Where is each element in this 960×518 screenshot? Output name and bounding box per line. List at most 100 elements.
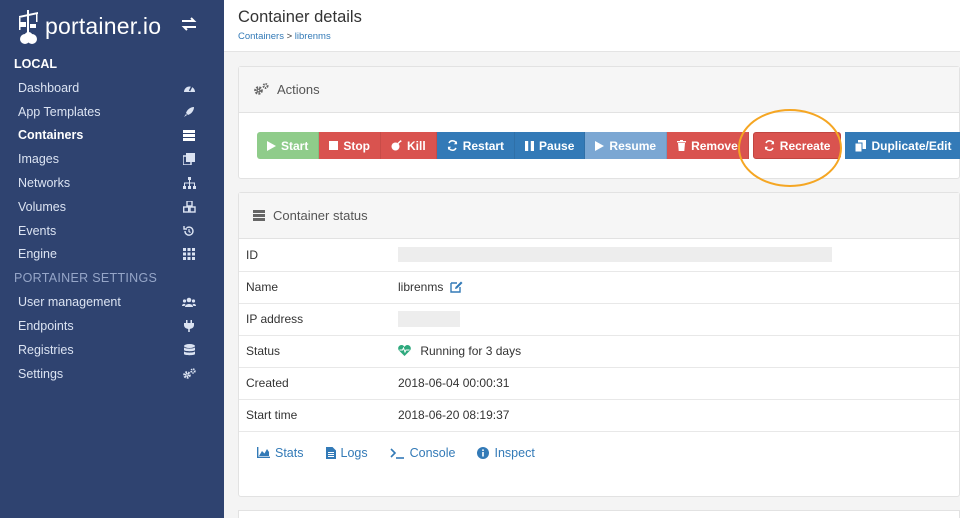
database-icon: [182, 343, 196, 357]
plug-icon: [182, 319, 196, 333]
restart-button-label: Restart: [462, 138, 505, 153]
file-text-icon: [325, 446, 336, 459]
sidebar-item-label: Settings: [18, 366, 64, 381]
inspect-link[interactable]: Inspect: [477, 446, 535, 460]
sidebar-section-local: LOCAL: [14, 57, 58, 71]
heartbeat-icon: [398, 345, 411, 356]
th-icon: [182, 247, 196, 261]
sidebar-item-label: Registries: [18, 342, 74, 357]
actions-title: Actions: [277, 82, 320, 97]
sidebar-item-volumes[interactable]: Volumes: [0, 195, 224, 219]
pause-button[interactable]: Pause: [515, 132, 586, 159]
status-label: Status: [239, 335, 391, 368]
pause-icon: [525, 140, 535, 151]
area-chart-icon: [257, 447, 270, 458]
resume-button-label: Resume: [609, 138, 657, 153]
sidebar-item-engine[interactable]: Engine: [0, 243, 224, 267]
sidebar-item-networks[interactable]: Networks: [0, 171, 224, 195]
actions-button-row: Start Stop Kill Restart Pause Resume Rem…: [257, 132, 960, 159]
status-table: ID Name librenms IP address Status Runni…: [239, 239, 959, 432]
logs-link[interactable]: Logs: [325, 445, 368, 460]
sidebar-item-registries[interactable]: Registries: [0, 338, 224, 362]
next-widget-edge: [238, 510, 960, 518]
status-title: Container status: [273, 208, 368, 223]
name-label: Name: [239, 271, 391, 304]
breadcrumb-current: librenms: [294, 31, 331, 42]
sidebar-item-label: Volumes: [18, 199, 66, 214]
table-row: Start time 2018-06-20 08:19:37: [239, 399, 959, 432]
portainer-logo-icon: [16, 8, 42, 44]
server-icon: [182, 128, 196, 142]
users-icon: [182, 295, 196, 309]
sidebar-item-events[interactable]: Events: [0, 219, 224, 243]
sidebar-item-label: Engine: [18, 247, 57, 262]
restart-button[interactable]: Restart: [436, 132, 516, 159]
kill-button[interactable]: Kill: [381, 132, 437, 159]
pause-button-label: Pause: [539, 138, 575, 153]
trash-icon: [677, 140, 687, 151]
sidebar-toggle-icon[interactable]: [180, 16, 198, 37]
sidebar-item-label: Images: [18, 152, 59, 167]
sidebar-item-label: User management: [18, 295, 121, 310]
recreate-button[interactable]: Recreate: [752, 132, 842, 159]
sidebar-item-label: Endpoints: [18, 319, 74, 334]
table-row: Name librenms: [239, 271, 959, 304]
stats-link[interactable]: Stats: [257, 446, 304, 460]
info-circle-icon: [477, 446, 490, 459]
status-value: Running for 3 days: [420, 344, 522, 358]
server-icon: [253, 210, 265, 221]
bomb-icon: [391, 140, 402, 151]
table-row: Status Running for 3 days: [239, 335, 959, 368]
terminal-icon: [390, 447, 404, 459]
table-row: Created 2018-06-04 00:00:31: [239, 367, 959, 400]
sidebar-item-user-management[interactable]: User management: [0, 290, 224, 314]
remove-button-label: Remove: [691, 138, 738, 153]
breadcrumb: Containers > librenms: [238, 31, 946, 42]
refresh-icon: [447, 140, 458, 151]
duplicate-edit-button-label: Duplicate/Edit: [871, 138, 952, 153]
rocket-icon: [182, 105, 196, 119]
table-row: ID: [239, 239, 959, 272]
history-icon: [182, 224, 196, 238]
sidebar-item-endpoints[interactable]: Endpoints: [0, 314, 224, 338]
play-icon: [595, 140, 605, 151]
page-header: Container details Containers > librenms: [224, 0, 960, 52]
breadcrumb-containers-link[interactable]: Containers: [238, 31, 284, 42]
name-value: librenms: [398, 280, 444, 294]
id-value: [391, 239, 959, 272]
logs-link-label: Logs: [340, 445, 368, 460]
remove-button[interactable]: Remove: [667, 132, 749, 159]
ip-address-value: [391, 303, 959, 336]
id-label: ID: [239, 239, 391, 272]
cogs-icon: [182, 367, 196, 381]
start-button-label: Start: [281, 138, 309, 153]
start-button[interactable]: Start: [257, 132, 320, 159]
stop-button[interactable]: Stop: [319, 132, 382, 159]
play-icon: [267, 140, 276, 151]
breadcrumb-separator: >: [286, 31, 293, 42]
brand-name: portainer.io: [45, 12, 162, 39]
status-widget-header: Container status: [239, 193, 959, 239]
sidebar-item-label: Containers: [18, 128, 84, 143]
sidebar-item-label: Networks: [18, 176, 71, 191]
cubes-icon: [182, 200, 196, 214]
console-link[interactable]: Console: [390, 445, 456, 460]
sidebar-item-label: Events: [18, 223, 57, 238]
container-status-widget: Container status ID Name librenms IP add…: [238, 192, 960, 497]
kill-button-label: Kill: [407, 138, 426, 153]
ip-address-label: IP address: [239, 303, 391, 336]
console-link-label: Console: [409, 445, 456, 460]
sitemap-icon: [182, 176, 196, 190]
brand[interactable]: portainer.io: [0, 0, 224, 52]
sidebar-item-containers[interactable]: Containers: [0, 124, 224, 148]
sidebar-section-portainer-settings: PORTAINER SETTINGS: [14, 271, 158, 286]
sidebar-item-label: App Templates: [18, 104, 101, 119]
duplicate-edit-button[interactable]: Duplicate/Edit: [845, 132, 960, 159]
sidebar-item-app-templates[interactable]: App Templates: [0, 100, 224, 124]
resume-button[interactable]: Resume: [585, 132, 668, 159]
sidebar-item-images[interactable]: Images: [0, 147, 224, 171]
sidebar-item-dashboard[interactable]: Dashboard: [0, 76, 224, 100]
sidebar-item-settings[interactable]: Settings: [0, 362, 224, 386]
edit-icon[interactable]: [450, 281, 463, 293]
actions-widget: Actions Start Stop Kill Restart Pause Re…: [238, 66, 960, 187]
